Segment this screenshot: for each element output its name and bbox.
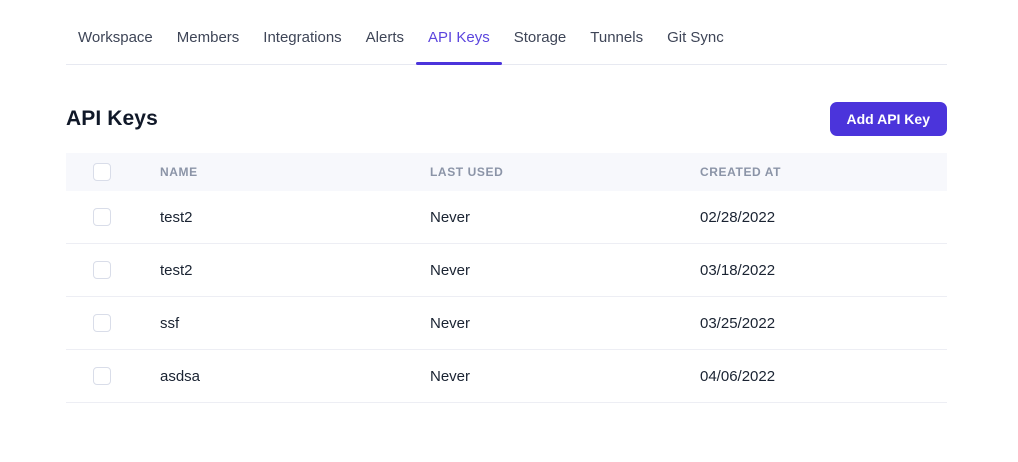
column-header-last-used: Last Used [430,165,700,179]
cell-created-at: 04/06/2022 [700,368,947,385]
table-row[interactable]: test2 Never 03/18/2022 [66,244,947,297]
cell-created-at: 03/25/2022 [700,315,947,332]
table-header-row: Name Last Used Created At [66,153,947,191]
row-checkbox[interactable] [93,208,111,226]
tab-label: Members [177,29,240,46]
table-row[interactable]: test2 Never 02/28/2022 [66,191,947,244]
add-api-key-button[interactable]: Add API Key [830,102,948,136]
tab-tunnels[interactable]: Tunnels [578,20,655,64]
cell-name: test2 [160,209,430,226]
cell-created-at: 03/18/2022 [700,262,947,279]
cell-name: ssf [160,315,430,332]
row-checkbox-cell [66,208,160,226]
tab-label: Workspace [78,29,153,46]
cell-last-used: Never [430,262,700,279]
table-header-checkbox-cell [66,163,160,181]
cell-last-used: Never [430,315,700,332]
cell-last-used: Never [430,368,700,385]
page-title: API Keys [66,107,158,131]
tab-label: API Keys [428,29,490,46]
tab-label: Storage [514,29,567,46]
cell-created-at: 02/28/2022 [700,209,947,226]
tab-label: Alerts [366,29,404,46]
settings-tabbar: Workspace Members Integrations Alerts API Ke… [66,20,947,65]
cell-last-used: Never [430,209,700,226]
tab-members[interactable]: Members [165,20,252,64]
tab-label: Tunnels [590,29,643,46]
row-checkbox-cell [66,261,160,279]
cell-name: test2 [160,262,430,279]
tab-integrations[interactable]: Integrations [251,20,353,64]
row-checkbox-cell [66,314,160,332]
cell-name: asdsa [160,368,430,385]
table-row[interactable]: asdsa Never 04/06/2022 [66,350,947,403]
row-checkbox[interactable] [93,367,111,385]
column-header-created-at: Created At [700,165,947,179]
tab-alerts[interactable]: Alerts [354,20,416,64]
select-all-checkbox[interactable] [93,163,111,181]
table-row[interactable]: ssf Never 03/25/2022 [66,297,947,350]
tab-label: Git Sync [667,29,724,46]
api-keys-table: Name Last Used Created At test2 Never 02… [66,153,947,403]
tab-git-sync[interactable]: Git Sync [655,20,736,64]
tab-storage[interactable]: Storage [502,20,579,64]
tab-api-keys[interactable]: API Keys [416,20,502,64]
column-header-name: Name [160,165,430,179]
row-checkbox[interactable] [93,261,111,279]
row-checkbox-cell [66,367,160,385]
tab-label: Integrations [263,29,341,46]
settings-page: Workspace Members Integrations Alerts API Ke… [66,0,947,403]
section-header: API Keys Add API Key [66,102,947,136]
tab-workspace[interactable]: Workspace [66,20,165,64]
table-body: test2 Never 02/28/2022 test2 Never 03/18… [66,191,947,403]
row-checkbox[interactable] [93,314,111,332]
